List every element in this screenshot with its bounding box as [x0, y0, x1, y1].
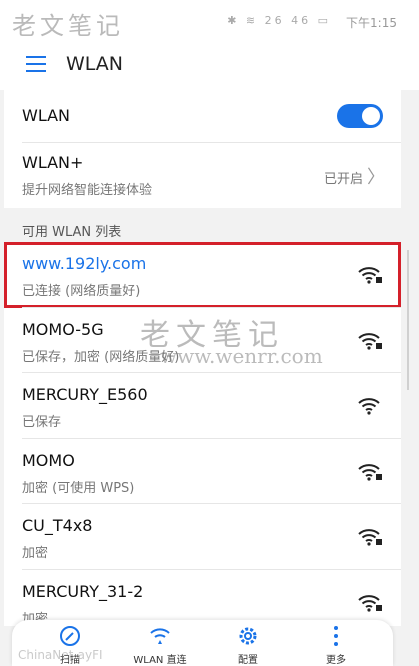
more-button[interactable]: 更多	[296, 622, 376, 666]
network-status: 已连接 (网络质量好)	[22, 284, 141, 299]
network-status: 加密	[22, 546, 49, 561]
wifi-direct-label: WLAN 直连	[133, 655, 187, 666]
wlan-plus-label: WLAN+	[22, 153, 84, 172]
menu-icon[interactable]	[26, 56, 46, 72]
app-bar: WLAN	[0, 44, 419, 90]
status-bar: 老文笔记 www.wenrr.com ✱ ≋ 26 46 ▭ 下午1:15	[0, 0, 419, 60]
wlan-plus-status: 已开启	[323, 172, 363, 187]
wlan-settings-card: WLAN WLAN+ 提升网络智能连接体验 已开启 〉	[4, 90, 401, 208]
bottom-network-name: ChinaNet-ayFI	[18, 648, 103, 662]
wifi-icon	[358, 398, 380, 415]
wifi-locked-icon	[358, 594, 382, 612]
wifi-locked-icon	[358, 463, 382, 481]
status-icons: ✱ ≋ 26 46 ▭	[227, 14, 331, 27]
network-name: MOMO	[22, 450, 75, 470]
network-row[interactable]: MERCURY_E560 已保存	[4, 373, 401, 439]
network-row[interactable]: CU_T4x8 加密	[4, 504, 401, 570]
config-button[interactable]: 配置	[208, 622, 288, 666]
network-list: www.192ly.com 已连接 (网络质量好) MOMO-5G 已保存，加密 (网…	[4, 242, 401, 627]
network-name: MERCURY_E560	[22, 385, 148, 404]
page-title: WLAN	[66, 53, 124, 75]
wifi-locked-icon	[358, 332, 382, 350]
wifi-locked-icon	[358, 529, 382, 546]
network-status: 加密 (可使用 WPS)	[22, 480, 135, 496]
config-label: 配置	[238, 655, 258, 666]
more-icon	[334, 626, 338, 646]
network-name: CU_T4x8	[22, 516, 93, 535]
wlan-toggle-row[interactable]: WLAN	[4, 90, 401, 142]
status-time: 下午1:15	[346, 16, 397, 30]
watermark-text: 老文笔记	[12, 12, 124, 40]
more-label: 更多	[326, 655, 346, 666]
wlan-label: WLAN	[22, 106, 71, 125]
watermark-overlay: 老文笔记 www.wenrr.com	[140, 310, 323, 368]
network-name: MOMO-5G	[22, 319, 104, 339]
network-row[interactable]: www.192ly.com 已连接 (网络质量好)	[4, 242, 401, 308]
wifi-direct-icon	[150, 628, 170, 644]
wifi-direct-button[interactable]: WLAN 直连	[120, 622, 200, 666]
wifi-locked-icon	[358, 267, 382, 284]
network-row[interactable]: MOMO 加密 (可使用 WPS)	[4, 439, 401, 504]
gear-icon	[239, 627, 257, 645]
wlan-plus-subtitle: 提升网络智能连接体验	[22, 183, 153, 198]
section-header: 可用 WLAN 列表	[22, 225, 122, 240]
watermark-url: www.wenrr.com	[160, 344, 323, 368]
network-status: 已保存	[22, 415, 62, 430]
watermark-logo: 老文笔记 www.wenrr.com	[12, 6, 187, 60]
scan-icon	[60, 626, 80, 646]
wlan-toggle-switch[interactable]	[337, 104, 383, 128]
network-name: www.192ly.com	[22, 254, 147, 273]
wlan-plus-row[interactable]: WLAN+ 提升网络智能连接体验 已开启 〉	[4, 143, 401, 208]
network-name: MERCURY_31-2	[22, 581, 144, 601]
scrollbar[interactable]	[407, 250, 409, 390]
chevron-right-icon: 〉	[367, 167, 385, 188]
